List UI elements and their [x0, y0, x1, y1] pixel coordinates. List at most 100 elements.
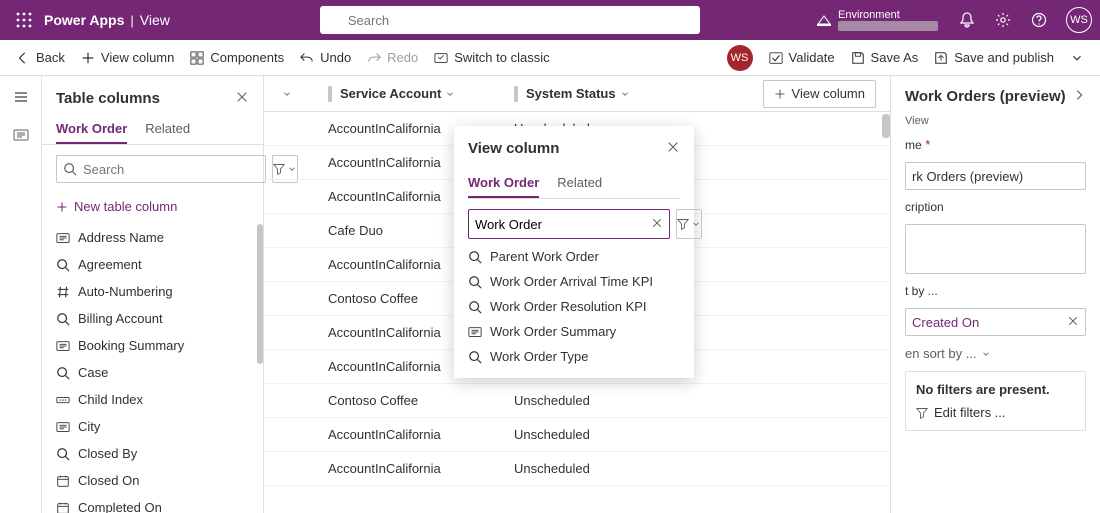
- properties-panel: Work Orders (preview) View me * rk Order…: [890, 76, 1100, 513]
- view-column-button[interactable]: View column: [81, 50, 174, 65]
- popover-result-item[interactable]: Work Order Type: [468, 349, 680, 364]
- view-column-header-label: View column: [792, 86, 865, 101]
- search-icon: [328, 13, 342, 27]
- result-type-icon: [468, 250, 482, 264]
- rail-menu-icon[interactable]: [8, 84, 34, 110]
- environment-picker[interactable]: Environment: [816, 9, 938, 31]
- brand-sep: |: [130, 13, 133, 28]
- column-type-icon: [56, 231, 70, 245]
- grid-header: Service Account System Status View colum…: [264, 76, 890, 112]
- column-item-label: Child Index: [78, 392, 143, 407]
- table-row[interactable]: AccountInCaliforniaUnscheduled: [264, 452, 890, 486]
- drag-handle-icon[interactable]: [514, 86, 518, 102]
- cell-service-account: AccountInCalifornia: [296, 461, 514, 476]
- popover-filter-button[interactable]: [676, 209, 702, 239]
- column-item[interactable]: Child Index: [56, 386, 257, 413]
- column-item[interactable]: Billing Account: [56, 305, 257, 332]
- panel-close-icon[interactable]: [235, 90, 249, 107]
- popover-result-item[interactable]: Work Order Summary: [468, 324, 680, 339]
- view-column-header-button[interactable]: View column: [763, 80, 876, 108]
- description-input[interactable]: [905, 224, 1086, 274]
- save-publish-chevron[interactable]: [1070, 51, 1084, 65]
- column-item-label: Completed On: [78, 500, 162, 513]
- validate-button[interactable]: Validate: [769, 50, 835, 65]
- undo-button[interactable]: Undo: [300, 50, 351, 65]
- column-header-system-status[interactable]: System Status: [514, 86, 714, 102]
- cell-service-account: Contoso Coffee: [296, 393, 514, 408]
- tab-related[interactable]: Related: [145, 115, 190, 144]
- cell-service-account: AccountInCalifornia: [296, 427, 514, 442]
- popover-tab-related[interactable]: Related: [557, 169, 602, 198]
- column-item-label: Case: [78, 365, 108, 380]
- owner-avatar[interactable]: WS: [727, 45, 753, 71]
- popover-result-item[interactable]: Work Order Resolution KPI: [468, 299, 680, 314]
- column-item[interactable]: City: [56, 413, 257, 440]
- app-launcher-icon[interactable]: [8, 4, 40, 36]
- global-search-input[interactable]: [348, 13, 692, 28]
- environment-label: Environment: [838, 9, 938, 21]
- column-item[interactable]: Booking Summary: [56, 332, 257, 359]
- then-sort-by-link[interactable]: en sort by ...: [905, 346, 1086, 361]
- components-button[interactable]: Components: [190, 50, 284, 65]
- column-item[interactable]: Completed On: [56, 494, 257, 513]
- edit-filters-button[interactable]: Edit filters ...: [916, 405, 1075, 420]
- column-header-service-account[interactable]: Service Account: [296, 86, 514, 102]
- result-type-icon: [468, 350, 482, 364]
- brand-title: Power Apps: [44, 12, 124, 28]
- popover-tab-work-order[interactable]: Work Order: [468, 169, 539, 198]
- column-item[interactable]: Case: [56, 359, 257, 386]
- column-item[interactable]: Agreement: [56, 251, 257, 278]
- drag-handle-icon[interactable]: [328, 86, 332, 102]
- column-item[interactable]: Closed On: [56, 467, 257, 494]
- save-as-button[interactable]: Save As: [851, 50, 919, 65]
- column-item[interactable]: Closed By: [56, 440, 257, 467]
- components-label: Components: [210, 50, 284, 65]
- properties-expand-icon[interactable]: [1072, 88, 1086, 105]
- column-item[interactable]: Address Name: [56, 224, 257, 251]
- sort-chip[interactable]: Created On: [905, 308, 1086, 336]
- new-table-column-button[interactable]: New table column: [42, 193, 263, 224]
- name-label: me: [905, 138, 922, 152]
- result-type-icon: [468, 275, 482, 289]
- popover-result-item[interactable]: Work Order Arrival Time KPI: [468, 274, 680, 289]
- notifications-icon[interactable]: [958, 11, 976, 29]
- column-chevron-left[interactable]: [278, 89, 296, 99]
- grid-scrollbar-thumb[interactable]: [882, 114, 890, 138]
- column-search-input[interactable]: [83, 162, 259, 177]
- settings-icon[interactable]: [994, 11, 1012, 29]
- name-input[interactable]: rk Orders (preview): [905, 162, 1086, 190]
- rail-form-icon[interactable]: [8, 122, 34, 148]
- save-publish-button[interactable]: Save and publish: [934, 50, 1054, 65]
- popover-search[interactable]: [468, 209, 670, 239]
- properties-subtitle: View: [905, 115, 1086, 127]
- back-button[interactable]: Back: [16, 50, 65, 65]
- required-indicator: *: [925, 137, 930, 152]
- help-icon[interactable]: [1030, 11, 1048, 29]
- scrollbar-thumb[interactable]: [257, 224, 263, 364]
- popover-search-input[interactable]: [475, 217, 651, 232]
- column-type-icon: [56, 420, 70, 434]
- popover-result-item[interactable]: Parent Work Order: [468, 249, 680, 264]
- tab-work-order[interactable]: Work Order: [56, 115, 127, 144]
- table-columns-panel: Table columns Work Order Related New tab…: [42, 76, 264, 513]
- column-type-icon: [56, 501, 70, 513]
- result-type-icon: [468, 300, 482, 314]
- user-avatar[interactable]: WS: [1066, 7, 1092, 33]
- column-type-icon: [56, 339, 70, 353]
- column-search[interactable]: [56, 155, 266, 183]
- cell-system-status: Unscheduled: [514, 393, 714, 408]
- result-label: Parent Work Order: [490, 249, 599, 264]
- popover-title: View column: [468, 140, 559, 157]
- popover-close-icon[interactable]: [666, 140, 680, 157]
- popover-clear-icon[interactable]: [651, 217, 663, 232]
- table-row[interactable]: AccountInCaliforniaUnscheduled: [264, 418, 890, 452]
- brand-subtitle: View: [140, 12, 170, 28]
- column-item[interactable]: Auto-Numbering: [56, 278, 257, 305]
- sort-chip-remove-icon[interactable]: [1067, 315, 1079, 330]
- save-publish-label: Save and publish: [954, 50, 1054, 65]
- switch-classic-button[interactable]: Switch to classic: [434, 50, 549, 65]
- view-column-label: View column: [101, 50, 174, 65]
- redo-button[interactable]: Redo: [367, 50, 418, 65]
- table-row[interactable]: Contoso CoffeeUnscheduled: [264, 384, 890, 418]
- global-search[interactable]: [320, 6, 700, 34]
